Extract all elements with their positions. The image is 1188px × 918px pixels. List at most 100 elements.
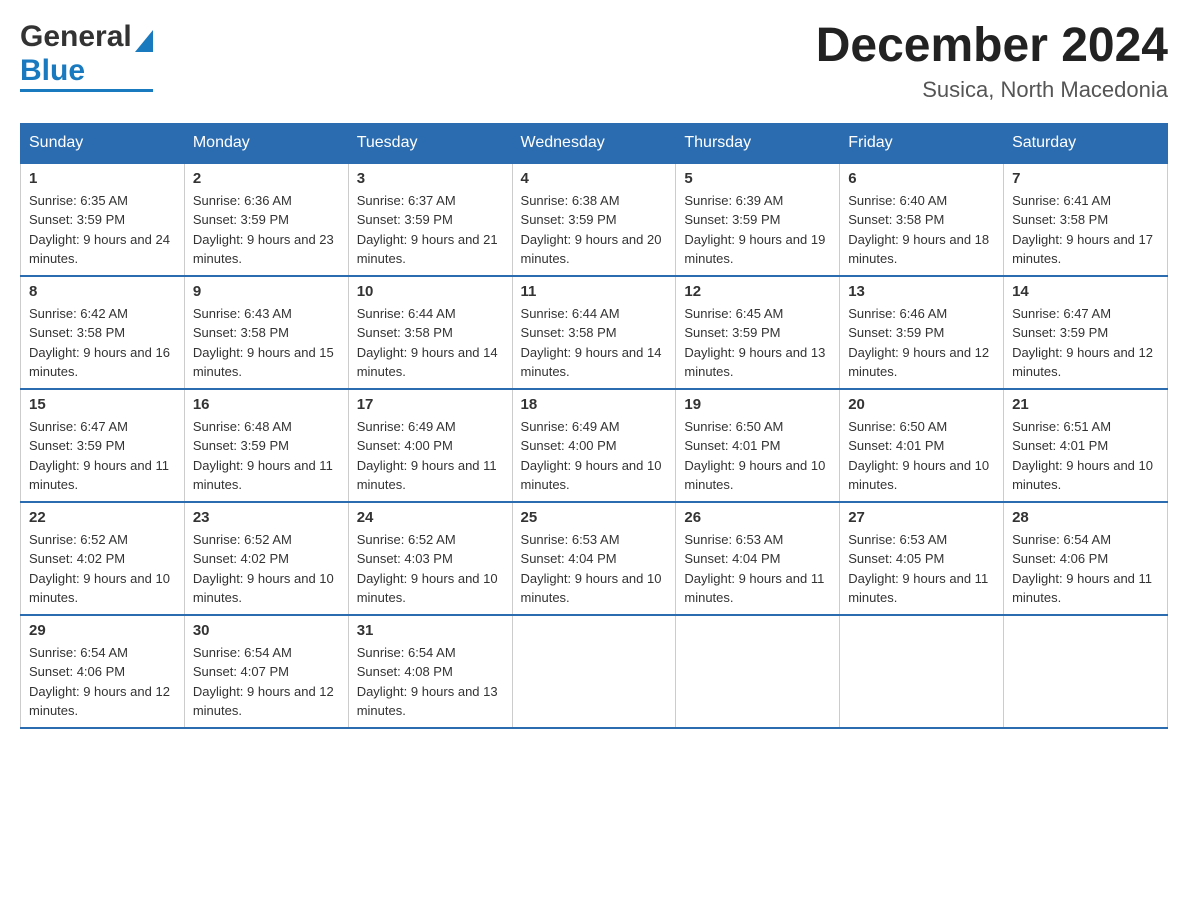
day-number: 18 (521, 396, 668, 413)
calendar-cell: 10 Sunrise: 6:44 AMSunset: 3:58 PMDaylig… (348, 276, 512, 389)
logo: General Blue (20, 20, 153, 92)
day-info: Sunrise: 6:42 AMSunset: 3:58 PMDaylight:… (29, 306, 170, 380)
day-info: Sunrise: 6:36 AMSunset: 3:59 PMDaylight:… (193, 193, 334, 267)
day-number: 31 (357, 622, 504, 639)
day-info: Sunrise: 6:43 AMSunset: 3:58 PMDaylight:… (193, 306, 334, 380)
col-thursday: Thursday (676, 123, 840, 163)
calendar-cell: 29 Sunrise: 6:54 AMSunset: 4:06 PMDaylig… (21, 615, 185, 728)
day-info: Sunrise: 6:52 AMSunset: 4:02 PMDaylight:… (193, 532, 334, 606)
day-info: Sunrise: 6:54 AMSunset: 4:07 PMDaylight:… (193, 645, 334, 719)
day-info: Sunrise: 6:44 AMSunset: 3:58 PMDaylight:… (521, 306, 662, 380)
day-number: 28 (1012, 509, 1159, 526)
day-number: 20 (848, 396, 995, 413)
calendar-cell: 21 Sunrise: 6:51 AMSunset: 4:01 PMDaylig… (1004, 389, 1168, 502)
calendar-cell: 17 Sunrise: 6:49 AMSunset: 4:00 PMDaylig… (348, 389, 512, 502)
day-info: Sunrise: 6:51 AMSunset: 4:01 PMDaylight:… (1012, 419, 1153, 493)
day-info: Sunrise: 6:50 AMSunset: 4:01 PMDaylight:… (684, 419, 825, 493)
day-info: Sunrise: 6:47 AMSunset: 3:59 PMDaylight:… (29, 419, 169, 493)
calendar-cell: 11 Sunrise: 6:44 AMSunset: 3:58 PMDaylig… (512, 276, 676, 389)
title-section: December 2024 Susica, North Macedonia (816, 20, 1168, 103)
calendar-cell: 5 Sunrise: 6:39 AMSunset: 3:59 PMDayligh… (676, 163, 840, 276)
calendar-cell: 6 Sunrise: 6:40 AMSunset: 3:58 PMDayligh… (840, 163, 1004, 276)
calendar-table: Sunday Monday Tuesday Wednesday Thursday… (20, 123, 1168, 729)
day-number: 13 (848, 283, 995, 300)
day-info: Sunrise: 6:49 AMSunset: 4:00 PMDaylight:… (357, 419, 497, 493)
location-title: Susica, North Macedonia (816, 77, 1168, 103)
day-info: Sunrise: 6:39 AMSunset: 3:59 PMDaylight:… (684, 193, 825, 267)
day-number: 30 (193, 622, 340, 639)
calendar-cell (840, 615, 1004, 728)
day-info: Sunrise: 6:45 AMSunset: 3:59 PMDaylight:… (684, 306, 825, 380)
day-number: 16 (193, 396, 340, 413)
day-info: Sunrise: 6:40 AMSunset: 3:58 PMDaylight:… (848, 193, 989, 267)
calendar-cell: 18 Sunrise: 6:49 AMSunset: 4:00 PMDaylig… (512, 389, 676, 502)
calendar-cell (512, 615, 676, 728)
calendar-cell: 8 Sunrise: 6:42 AMSunset: 3:58 PMDayligh… (21, 276, 185, 389)
calendar-week-3: 15 Sunrise: 6:47 AMSunset: 3:59 PMDaylig… (21, 389, 1168, 502)
calendar-cell: 28 Sunrise: 6:54 AMSunset: 4:06 PMDaylig… (1004, 502, 1168, 615)
col-tuesday: Tuesday (348, 123, 512, 163)
calendar-cell: 23 Sunrise: 6:52 AMSunset: 4:02 PMDaylig… (184, 502, 348, 615)
logo-arrow-icon (135, 30, 153, 52)
day-number: 7 (1012, 170, 1159, 187)
calendar-cell: 31 Sunrise: 6:54 AMSunset: 4:08 PMDaylig… (348, 615, 512, 728)
day-info: Sunrise: 6:54 AMSunset: 4:06 PMDaylight:… (1012, 532, 1152, 606)
day-number: 29 (29, 622, 176, 639)
day-number: 5 (684, 170, 831, 187)
logo-underline (20, 89, 153, 92)
calendar-week-4: 22 Sunrise: 6:52 AMSunset: 4:02 PMDaylig… (21, 502, 1168, 615)
day-number: 27 (848, 509, 995, 526)
day-info: Sunrise: 6:53 AMSunset: 4:04 PMDaylight:… (684, 532, 824, 606)
calendar-cell: 27 Sunrise: 6:53 AMSunset: 4:05 PMDaylig… (840, 502, 1004, 615)
calendar-week-2: 8 Sunrise: 6:42 AMSunset: 3:58 PMDayligh… (21, 276, 1168, 389)
logo-blue-text: Blue (20, 54, 153, 88)
day-number: 2 (193, 170, 340, 187)
calendar-cell: 19 Sunrise: 6:50 AMSunset: 4:01 PMDaylig… (676, 389, 840, 502)
calendar-header-row: Sunday Monday Tuesday Wednesday Thursday… (21, 123, 1168, 163)
day-number: 26 (684, 509, 831, 526)
calendar-cell: 1 Sunrise: 6:35 AMSunset: 3:59 PMDayligh… (21, 163, 185, 276)
col-sunday: Sunday (21, 123, 185, 163)
day-info: Sunrise: 6:52 AMSunset: 4:02 PMDaylight:… (29, 532, 170, 606)
calendar-cell: 16 Sunrise: 6:48 AMSunset: 3:59 PMDaylig… (184, 389, 348, 502)
day-number: 17 (357, 396, 504, 413)
day-number: 3 (357, 170, 504, 187)
calendar-cell: 7 Sunrise: 6:41 AMSunset: 3:58 PMDayligh… (1004, 163, 1168, 276)
col-monday: Monday (184, 123, 348, 163)
day-number: 23 (193, 509, 340, 526)
day-number: 15 (29, 396, 176, 413)
calendar-week-5: 29 Sunrise: 6:54 AMSunset: 4:06 PMDaylig… (21, 615, 1168, 728)
calendar-cell: 9 Sunrise: 6:43 AMSunset: 3:58 PMDayligh… (184, 276, 348, 389)
day-info: Sunrise: 6:44 AMSunset: 3:58 PMDaylight:… (357, 306, 498, 380)
day-info: Sunrise: 6:37 AMSunset: 3:59 PMDaylight:… (357, 193, 498, 267)
day-info: Sunrise: 6:49 AMSunset: 4:00 PMDaylight:… (521, 419, 662, 493)
day-number: 1 (29, 170, 176, 187)
calendar-cell (676, 615, 840, 728)
day-number: 4 (521, 170, 668, 187)
day-number: 24 (357, 509, 504, 526)
calendar-cell: 24 Sunrise: 6:52 AMSunset: 4:03 PMDaylig… (348, 502, 512, 615)
day-number: 8 (29, 283, 176, 300)
day-info: Sunrise: 6:52 AMSunset: 4:03 PMDaylight:… (357, 532, 498, 606)
month-title: December 2024 (816, 20, 1168, 73)
day-number: 6 (848, 170, 995, 187)
calendar-cell: 15 Sunrise: 6:47 AMSunset: 3:59 PMDaylig… (21, 389, 185, 502)
col-friday: Friday (840, 123, 1004, 163)
day-number: 12 (684, 283, 831, 300)
day-info: Sunrise: 6:50 AMSunset: 4:01 PMDaylight:… (848, 419, 989, 493)
day-info: Sunrise: 6:38 AMSunset: 3:59 PMDaylight:… (521, 193, 662, 267)
day-info: Sunrise: 6:48 AMSunset: 3:59 PMDaylight:… (193, 419, 333, 493)
day-number: 19 (684, 396, 831, 413)
calendar-cell: 30 Sunrise: 6:54 AMSunset: 4:07 PMDaylig… (184, 615, 348, 728)
day-number: 10 (357, 283, 504, 300)
day-info: Sunrise: 6:41 AMSunset: 3:58 PMDaylight:… (1012, 193, 1153, 267)
calendar-cell: 25 Sunrise: 6:53 AMSunset: 4:04 PMDaylig… (512, 502, 676, 615)
day-number: 21 (1012, 396, 1159, 413)
calendar-cell: 3 Sunrise: 6:37 AMSunset: 3:59 PMDayligh… (348, 163, 512, 276)
col-saturday: Saturday (1004, 123, 1168, 163)
day-number: 14 (1012, 283, 1159, 300)
day-info: Sunrise: 6:46 AMSunset: 3:59 PMDaylight:… (848, 306, 989, 380)
col-wednesday: Wednesday (512, 123, 676, 163)
calendar-cell: 22 Sunrise: 6:52 AMSunset: 4:02 PMDaylig… (21, 502, 185, 615)
calendar-week-1: 1 Sunrise: 6:35 AMSunset: 3:59 PMDayligh… (21, 163, 1168, 276)
